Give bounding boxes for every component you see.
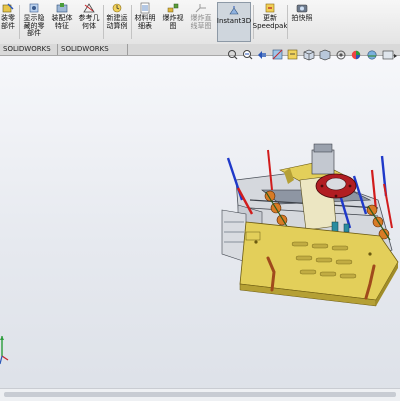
triad-x-axis xyxy=(1,355,9,361)
triad-z-axis xyxy=(0,355,3,365)
horizontal-scrollbar[interactable] xyxy=(0,388,400,401)
reference-triad xyxy=(0,336,9,365)
left-bracket xyxy=(245,231,261,241)
red-flange xyxy=(315,173,357,199)
scrollbar-thumb[interactable] xyxy=(4,392,396,397)
assembly-model[interactable] xyxy=(0,0,400,400)
